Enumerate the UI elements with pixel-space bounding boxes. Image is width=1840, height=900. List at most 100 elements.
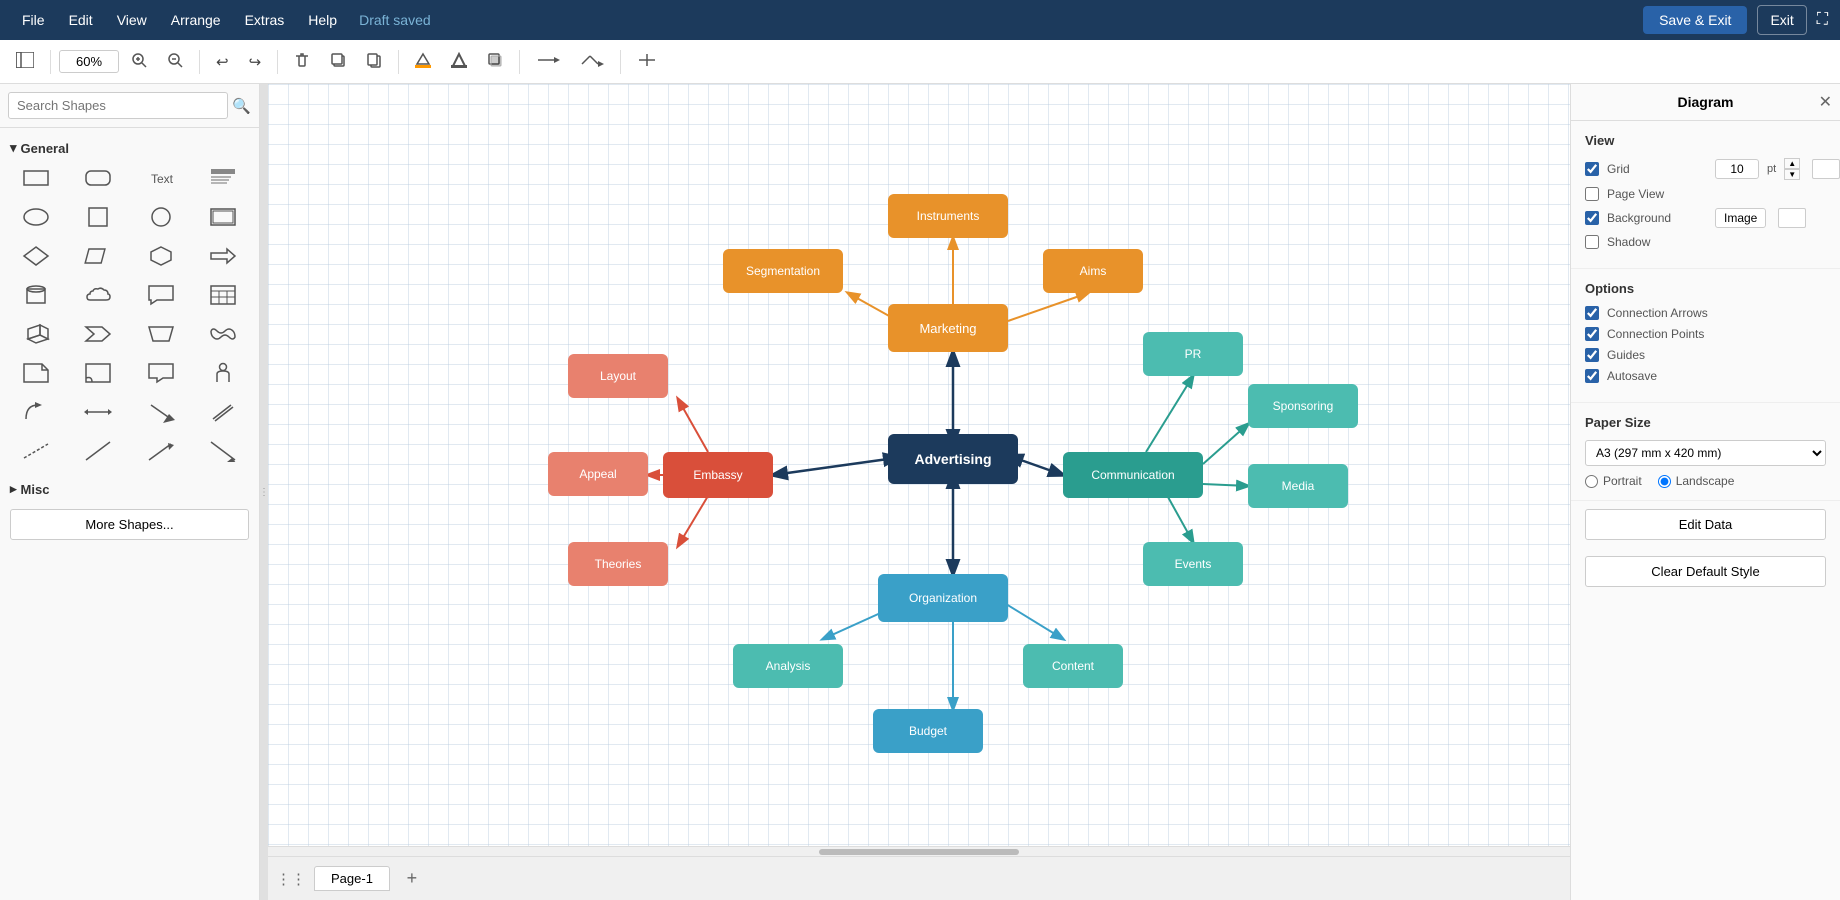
background-color-swatch[interactable]	[1778, 208, 1806, 228]
shape-folded-note[interactable]	[69, 355, 129, 391]
diagram-node-communication[interactable]: Communication	[1063, 452, 1203, 498]
shape-cloud[interactable]	[69, 277, 129, 313]
shape-wave[interactable]	[194, 316, 254, 352]
menu-edit[interactable]: Edit	[59, 8, 103, 32]
grid-spin-up[interactable]: ▲	[1784, 158, 1800, 169]
save-exit-button[interactable]: Save & Exit	[1643, 6, 1747, 34]
shape-arrow-line[interactable]	[131, 433, 191, 469]
diagram-node-budget[interactable]: Budget	[873, 709, 983, 753]
left-panel-collapse[interactable]: ⋮	[260, 84, 268, 900]
shape-rectangle[interactable]	[6, 160, 66, 196]
paper-size-select[interactable]: A3 (297 mm x 420 mm) A4 (210 mm x 297 mm…	[1585, 440, 1826, 466]
zoom-in-button[interactable]	[123, 47, 155, 77]
diagram-node-events[interactable]: Events	[1143, 542, 1243, 586]
clear-default-style-button[interactable]: Clear Default Style	[1585, 556, 1826, 587]
page-menu-button[interactable]: ⋮⋮	[276, 870, 306, 888]
menu-view[interactable]: View	[107, 8, 157, 32]
misc-section-header[interactable]: ▸ Misc	[6, 475, 253, 501]
redo-button[interactable]: ↪	[241, 48, 270, 76]
grid-color-swatch[interactable]	[1812, 159, 1840, 179]
connection-button[interactable]	[528, 47, 568, 77]
shape-cylinder[interactable]	[6, 277, 66, 313]
diagram-node-marketing[interactable]: Marketing	[888, 304, 1008, 352]
waypoint-button[interactable]	[572, 47, 612, 77]
grid-value-input[interactable]: 10	[1715, 159, 1759, 179]
fullscreen-button[interactable]: ⛶	[1817, 11, 1828, 29]
diagram-node-content[interactable]: Content	[1023, 644, 1123, 688]
menu-file[interactable]: File	[12, 8, 55, 32]
diagram-node-segmentation[interactable]: Segmentation	[723, 249, 843, 293]
portrait-radio[interactable]	[1585, 475, 1598, 488]
connection-points-checkbox[interactable]	[1585, 327, 1599, 341]
guides-checkbox[interactable]	[1585, 348, 1599, 362]
diagram-node-sponsoring[interactable]: Sponsoring	[1248, 384, 1358, 428]
toggle-sidebar-button[interactable]	[8, 47, 42, 77]
shape-note[interactable]	[6, 355, 66, 391]
shadow-checkbox[interactable]	[1585, 235, 1599, 249]
horizontal-scrollbar[interactable]	[268, 846, 1570, 856]
landscape-option[interactable]: Landscape	[1658, 474, 1735, 488]
shape-circle[interactable]	[131, 199, 191, 235]
canvas-area[interactable]: Advertising Marketing Instruments Segmentat…	[268, 84, 1570, 900]
diagram-node-media[interactable]: Media	[1248, 464, 1348, 508]
shape-arrow[interactable]	[194, 238, 254, 274]
background-checkbox[interactable]	[1585, 211, 1599, 225]
exit-button[interactable]: Exit	[1757, 5, 1806, 35]
landscape-radio[interactable]	[1658, 475, 1671, 488]
shape-text[interactable]: Text	[131, 160, 191, 196]
shape-arrow-diagonal2[interactable]	[194, 433, 254, 469]
diagram-node-theories[interactable]: Theories	[568, 542, 668, 586]
shape-hexagon[interactable]	[131, 238, 191, 274]
search-button[interactable]: 🔍	[232, 97, 251, 115]
diagram-node-analysis[interactable]: Analysis	[733, 644, 843, 688]
shape-square[interactable]	[69, 199, 129, 235]
grid-checkbox[interactable]	[1585, 162, 1599, 176]
edit-data-button[interactable]: Edit Data	[1585, 509, 1826, 540]
shape-diamond[interactable]	[6, 238, 66, 274]
shape-trapezoid[interactable]	[131, 316, 191, 352]
diagram-node-organization[interactable]: Organization	[878, 574, 1008, 622]
fill-color-button[interactable]	[407, 47, 439, 77]
menu-help[interactable]: Help	[298, 8, 347, 32]
zoom-out-button[interactable]	[159, 47, 191, 77]
connection-arrows-checkbox[interactable]	[1585, 306, 1599, 320]
background-image-button[interactable]: Image	[1715, 208, 1766, 228]
shape-chevron[interactable]	[69, 316, 129, 352]
copy-button[interactable]	[322, 47, 354, 77]
insert-button[interactable]	[629, 47, 665, 77]
shape-curved-arrow[interactable]	[6, 394, 66, 430]
zoom-level[interactable]: 60%	[59, 50, 119, 73]
shape-comment[interactable]	[131, 277, 191, 313]
shape-speech-bubble[interactable]	[131, 355, 191, 391]
more-shapes-button[interactable]: More Shapes...	[10, 509, 249, 540]
diagram-node-layout[interactable]: Layout	[568, 354, 668, 398]
menu-arrange[interactable]: Arrange	[161, 8, 231, 32]
shape-3dbox[interactable]	[6, 316, 66, 352]
diagram-node-instruments[interactable]: Instruments	[888, 194, 1008, 238]
undo-button[interactable]: ↩	[208, 48, 237, 76]
general-section-header[interactable]: ▾ General	[6, 134, 253, 160]
scrollbar-thumb[interactable]	[819, 849, 1019, 855]
page-tab[interactable]: Page-1	[314, 866, 390, 891]
grid-spin-down[interactable]: ▼	[1784, 169, 1800, 180]
diagram-node-pr[interactable]: PR	[1143, 332, 1243, 376]
diagram-node-aims[interactable]: Aims	[1043, 249, 1143, 293]
shape-parallelogram[interactable]	[69, 238, 129, 274]
autosave-checkbox[interactable]	[1585, 369, 1599, 383]
diagram-node-appeal[interactable]: Appeal	[548, 452, 648, 496]
shape-rounded-rect[interactable]	[69, 160, 129, 196]
shape-heading[interactable]	[194, 160, 254, 196]
diagram-node-embassy[interactable]: Embassy	[663, 452, 773, 498]
menu-extras[interactable]: Extras	[235, 8, 295, 32]
shape-line[interactable]	[69, 433, 129, 469]
diagram-node-advertising[interactable]: Advertising	[888, 434, 1018, 484]
shape-pencil[interactable]	[194, 394, 254, 430]
search-input[interactable]	[8, 92, 228, 119]
canvas[interactable]: Advertising Marketing Instruments Segmentat…	[268, 84, 1570, 856]
right-panel-close-button[interactable]: ✕	[1819, 92, 1832, 112]
shape-table[interactable]	[194, 277, 254, 313]
shape-double-border[interactable]	[194, 199, 254, 235]
shape-dashed-line[interactable]	[6, 433, 66, 469]
stroke-color-button[interactable]	[443, 47, 475, 77]
shape-person[interactable]	[194, 355, 254, 391]
